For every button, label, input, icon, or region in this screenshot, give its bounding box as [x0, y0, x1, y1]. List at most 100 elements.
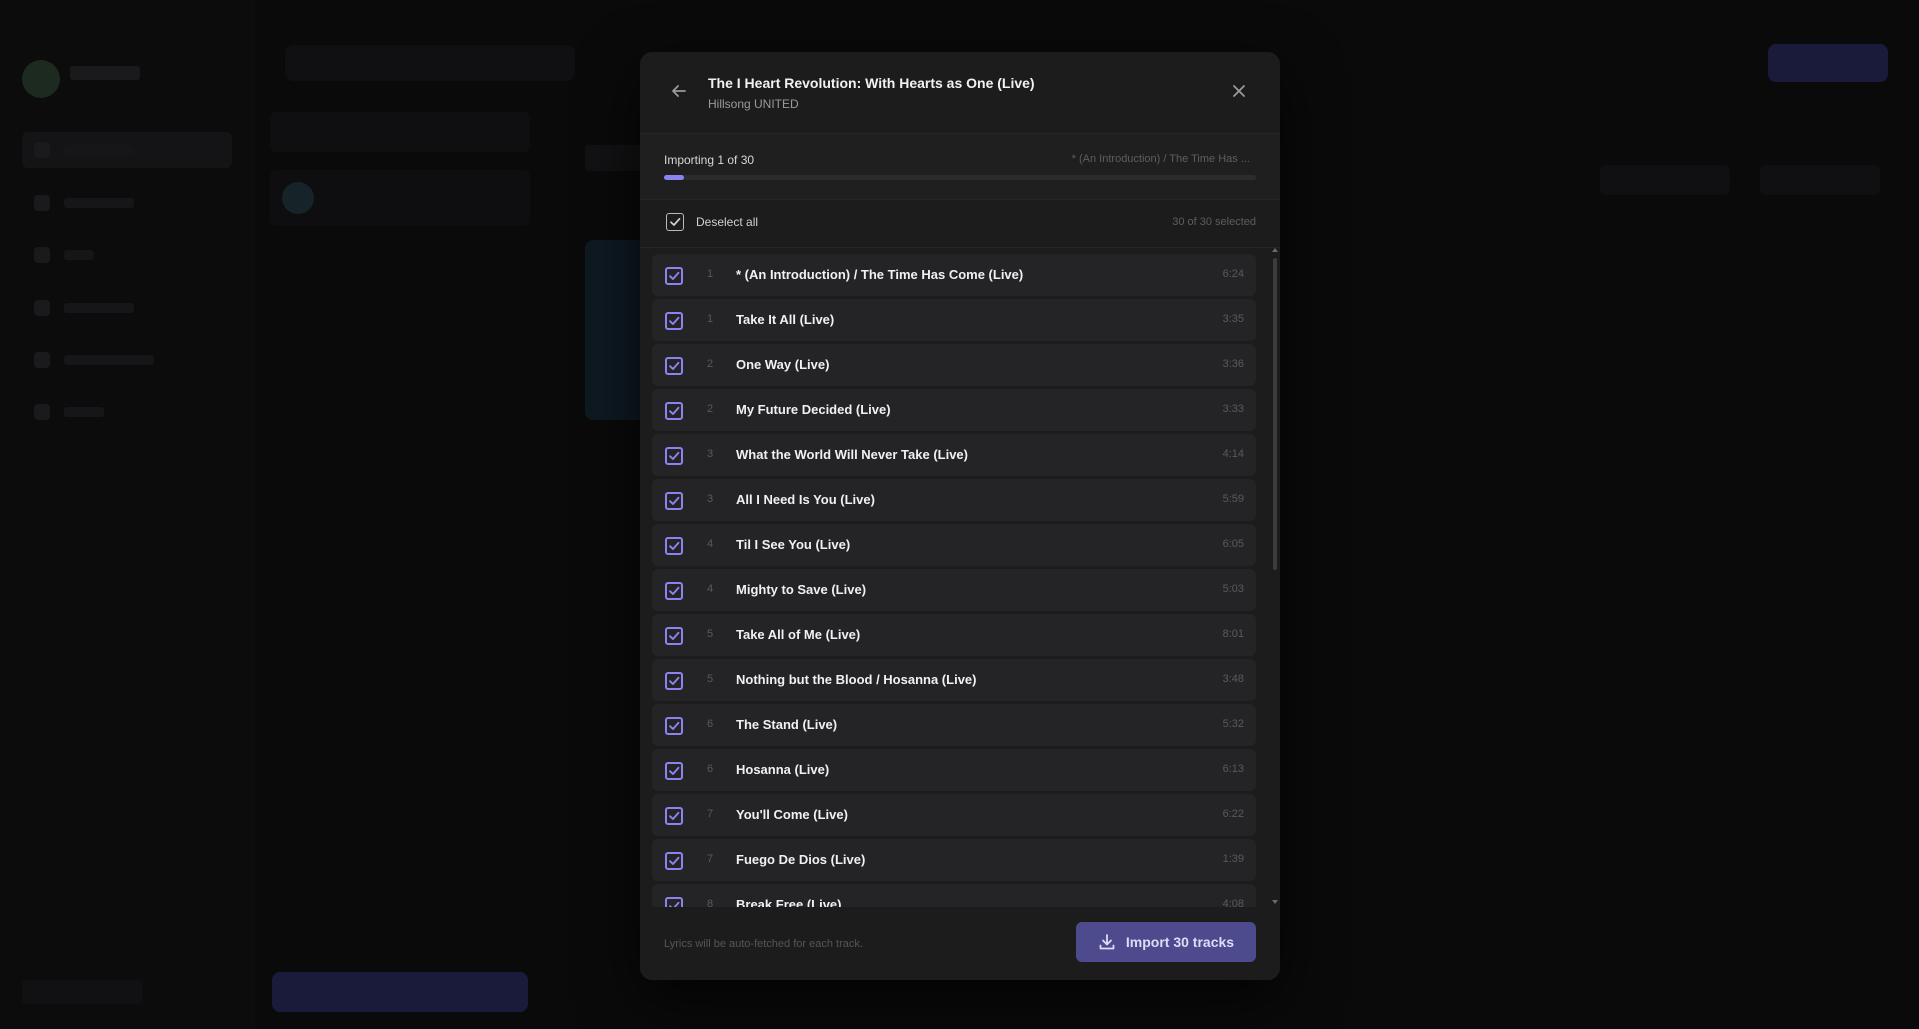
check-icon — [669, 856, 680, 865]
track-number: 2 — [706, 403, 714, 415]
track-title: Take All of Me (Live) — [736, 627, 861, 642]
track-duration: 5:03 — [1222, 583, 1244, 595]
track-number: 6 — [706, 763, 714, 775]
close-button[interactable] — [1224, 76, 1254, 106]
check-icon — [669, 361, 680, 370]
track-title: Break Free (Live) — [736, 897, 842, 907]
track-row[interactable]: 3 All I Need Is You (Live) 5:59 — [652, 479, 1256, 521]
track-checkbox[interactable] — [665, 717, 683, 735]
track-row[interactable]: 6 The Stand (Live) 5:32 — [652, 704, 1256, 746]
track-duration: 4:08 — [1222, 898, 1244, 907]
track-checkbox[interactable] — [665, 807, 683, 825]
background-list-header — [270, 112, 530, 152]
background-tool — [1600, 165, 1730, 195]
progress-label: Importing 1 of 30 — [664, 153, 755, 167]
check-icon — [669, 541, 680, 550]
track-checkbox[interactable] — [665, 762, 683, 780]
track-duration: 6:13 — [1222, 763, 1244, 775]
progress-current-track: * (An Introduction) / The Time Has ... — [1071, 153, 1250, 165]
check-icon — [669, 316, 680, 325]
track-list-scrollbar[interactable] — [1272, 248, 1278, 908]
import-progress: Importing 1 of 30 * (An Introduction) / … — [640, 134, 1280, 200]
track-checkbox[interactable] — [665, 312, 683, 330]
track-duration: 3:35 — [1222, 313, 1244, 325]
background-nav-item — [22, 342, 232, 378]
check-icon — [669, 811, 680, 820]
import-modal: The I Heart Revolution: With Hearts as O… — [640, 52, 1280, 980]
track-duration: 5:59 — [1222, 493, 1244, 505]
arrow-left-icon — [672, 85, 686, 97]
track-duration: 8:01 — [1222, 628, 1244, 640]
scroll-up-arrow[interactable] — [1272, 248, 1278, 252]
track-row[interactable]: 1 * (An Introduction) / The Time Has Come… — [652, 254, 1256, 296]
track-checkbox[interactable] — [665, 852, 683, 870]
check-icon — [669, 451, 680, 460]
track-title: Fuego De Dios (Live) — [736, 852, 866, 867]
background-sidebar — [0, 0, 255, 1029]
track-number: 6 — [706, 718, 714, 730]
track-row[interactable]: 4 Mighty to Save (Live) 5:03 — [652, 569, 1256, 611]
track-title: One Way (Live) — [736, 357, 830, 372]
track-checkbox[interactable] — [665, 267, 683, 285]
track-title: You'll Come (Live) — [736, 807, 848, 822]
track-row[interactable]: 2 One Way (Live) 3:36 — [652, 344, 1256, 386]
track-title: Take It All (Live) — [736, 312, 835, 327]
track-title: All I Need Is You (Live) — [736, 492, 875, 507]
track-row[interactable]: 6 Hosanna (Live) 6:13 — [652, 749, 1256, 791]
background-nav-item — [22, 394, 232, 430]
check-icon — [669, 406, 680, 415]
deselect-all-label[interactable]: Deselect all — [696, 215, 758, 229]
track-row[interactable]: 3 What the World Will Never Take (Live) 4:… — [652, 434, 1256, 476]
track-checkbox[interactable] — [665, 537, 683, 555]
selected-count: 30 of 30 selected — [1172, 216, 1256, 228]
track-row[interactable]: 5 Nothing but the Blood / Hosanna (Live) 3… — [652, 659, 1256, 701]
modal-footer: Lyrics will be auto-fetched for each tra… — [640, 908, 1280, 980]
track-row[interactable]: 8 Break Free (Live) 4:08 — [652, 884, 1256, 907]
check-icon — [669, 721, 680, 730]
background-card — [270, 170, 530, 226]
check-icon — [669, 586, 680, 595]
check-icon — [670, 217, 681, 226]
track-duration: 6:24 — [1222, 268, 1244, 280]
scroll-down-arrow[interactable] — [1272, 900, 1278, 904]
track-checkbox[interactable] — [665, 447, 683, 465]
track-number: 5 — [706, 628, 714, 640]
close-icon — [1233, 85, 1245, 97]
track-duration: 6:05 — [1222, 538, 1244, 550]
lyrics-note: Lyrics will be auto-fetched for each tra… — [664, 938, 863, 950]
track-title: Nothing but the Blood / Hosanna (Live) — [736, 672, 977, 687]
track-row[interactable]: 2 My Future Decided (Live) 3:33 — [652, 389, 1256, 431]
progress-bar-fill — [664, 175, 684, 180]
download-icon — [1099, 934, 1115, 950]
track-checkbox[interactable] — [665, 402, 683, 420]
track-list: 1 * (An Introduction) / The Time Has Come… — [652, 254, 1258, 907]
track-duration: 6:22 — [1222, 808, 1244, 820]
track-row[interactable]: 5 Take All of Me (Live) 8:01 — [652, 614, 1256, 656]
track-row[interactable]: 7 Fuego De Dios (Live) 1:39 — [652, 839, 1256, 881]
track-row[interactable]: 7 You'll Come (Live) 6:22 — [652, 794, 1256, 836]
track-title: * (An Introduction) / The Time Has Come … — [736, 267, 1024, 282]
track-number: 5 — [706, 673, 714, 685]
app-window: The I Heart Revolution: With Hearts as O… — [0, 0, 1919, 1029]
deselect-all-checkbox[interactable] — [666, 213, 684, 231]
track-number: 4 — [706, 538, 714, 550]
track-checkbox[interactable] — [665, 897, 683, 907]
track-checkbox[interactable] — [665, 672, 683, 690]
album-title: The I Heart Revolution: With Hearts as O… — [708, 75, 1035, 91]
progress-bar — [664, 175, 1256, 180]
scroll-thumb[interactable] — [1273, 258, 1277, 570]
back-button[interactable] — [664, 76, 694, 106]
track-checkbox[interactable] — [665, 357, 683, 375]
track-row[interactable]: 4 Til I See You (Live) 6:05 — [652, 524, 1256, 566]
track-row[interactable]: 1 Take It All (Live) 3:35 — [652, 299, 1256, 341]
track-checkbox[interactable] — [665, 627, 683, 645]
import-tracks-button[interactable]: Import 30 tracks — [1076, 922, 1256, 962]
track-duration: 1:39 — [1222, 853, 1244, 865]
track-number: 4 — [706, 583, 714, 595]
track-checkbox[interactable] — [665, 492, 683, 510]
background-tool — [1760, 165, 1880, 195]
check-icon — [669, 271, 680, 280]
track-checkbox[interactable] — [665, 582, 683, 600]
background-nav-item — [22, 237, 232, 273]
check-icon — [669, 676, 680, 685]
